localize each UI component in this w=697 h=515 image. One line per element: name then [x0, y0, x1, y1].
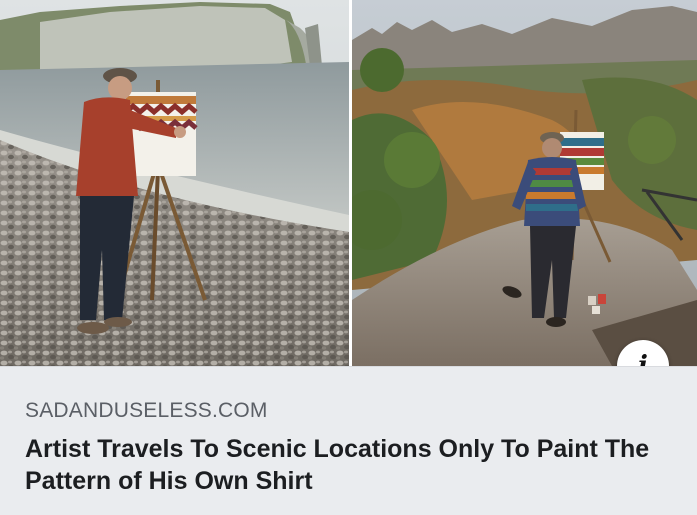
link-preview-card[interactable]: i SADANDUSELESS.COM Artist Travels To Sc…: [0, 0, 697, 515]
link-headline[interactable]: Artist Travels To Scenic Locations Only …: [25, 433, 675, 497]
link-caption[interactable]: SADANDUSELESS.COM Artist Travels To Scen…: [0, 366, 697, 515]
preview-image-collage[interactable]: i: [0, 0, 697, 392]
photo-cliff-painter: [352, 0, 697, 366]
link-domain: SADANDUSELESS.COM: [25, 399, 268, 422]
photo-beach-painter: [0, 0, 349, 366]
